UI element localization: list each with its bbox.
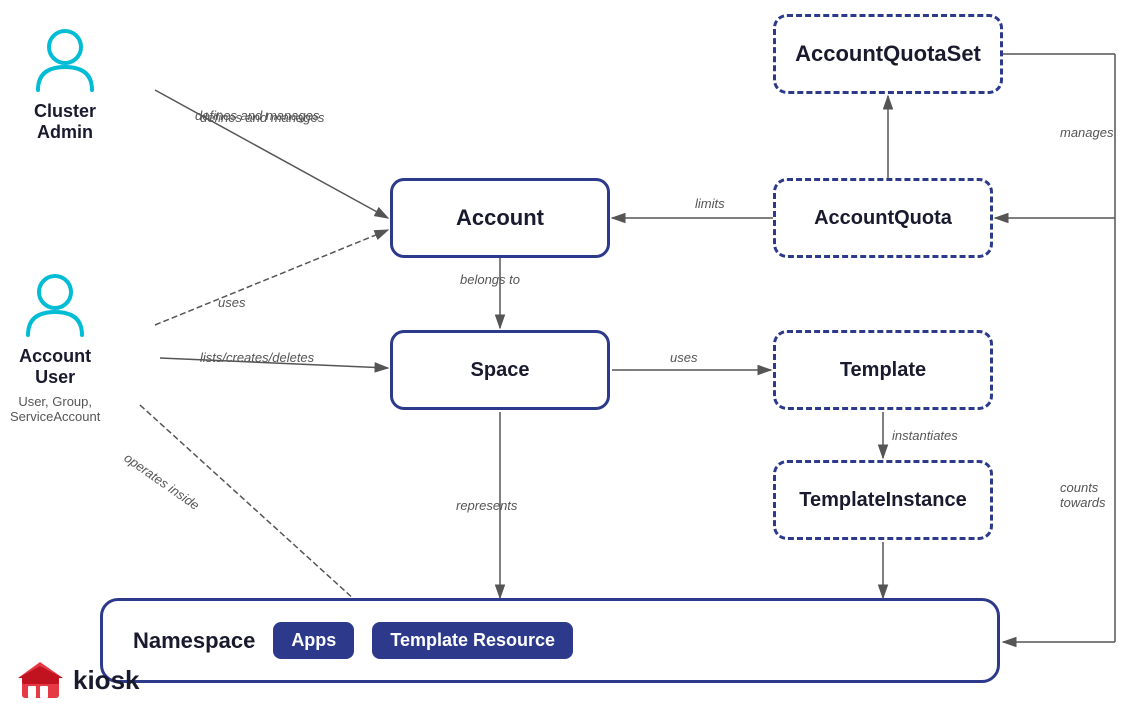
label-limits: limits — [695, 196, 725, 211]
template-instance-box: TemplateInstance — [773, 460, 993, 540]
template-resource-badge: Template Resource — [372, 622, 573, 659]
account-quota-box: AccountQuota — [773, 178, 993, 258]
kiosk-text: kiosk — [73, 665, 140, 696]
label-uses-space: uses — [670, 350, 697, 365]
cluster-admin-label: Cluster Admin — [34, 101, 96, 143]
label-operates-inside: operates inside — [121, 450, 202, 513]
account-user-label: Account User — [19, 346, 91, 388]
namespace-box: Namespace Apps Template Resource — [100, 598, 1000, 683]
label-instantiates: instantiates — [892, 428, 958, 443]
label-represents: represents — [456, 498, 517, 513]
template-box: Template — [773, 330, 993, 410]
kiosk-icon — [18, 658, 63, 703]
namespace-label: Namespace — [133, 628, 255, 654]
account-user-sublabel: User, Group, ServiceAccount — [10, 394, 100, 424]
diagram-container: defines and manages defines and manages … — [0, 0, 1142, 724]
apps-badge: Apps — [273, 622, 354, 659]
label-defines-manages-text: defines and manages — [200, 110, 324, 125]
label-counts-towards: countstowards — [1060, 480, 1106, 510]
cluster-admin-person: Cluster Admin — [30, 25, 100, 143]
space-box: Space — [390, 330, 610, 410]
account-quota-set-box: AccountQuotaSet — [773, 14, 1003, 94]
account-user-person: Account User User, Group, ServiceAccount — [10, 270, 100, 424]
label-uses-account: uses — [218, 295, 245, 310]
cluster-admin-icon — [30, 25, 100, 95]
label-manages: manages — [1060, 125, 1113, 140]
account-box: Account — [390, 178, 610, 258]
kiosk-logo: kiosk — [18, 658, 140, 703]
label-lists-creates: lists/creates/deletes — [200, 350, 314, 365]
account-user-icon — [20, 270, 90, 340]
label-belongs-to: belongs to — [460, 272, 520, 287]
